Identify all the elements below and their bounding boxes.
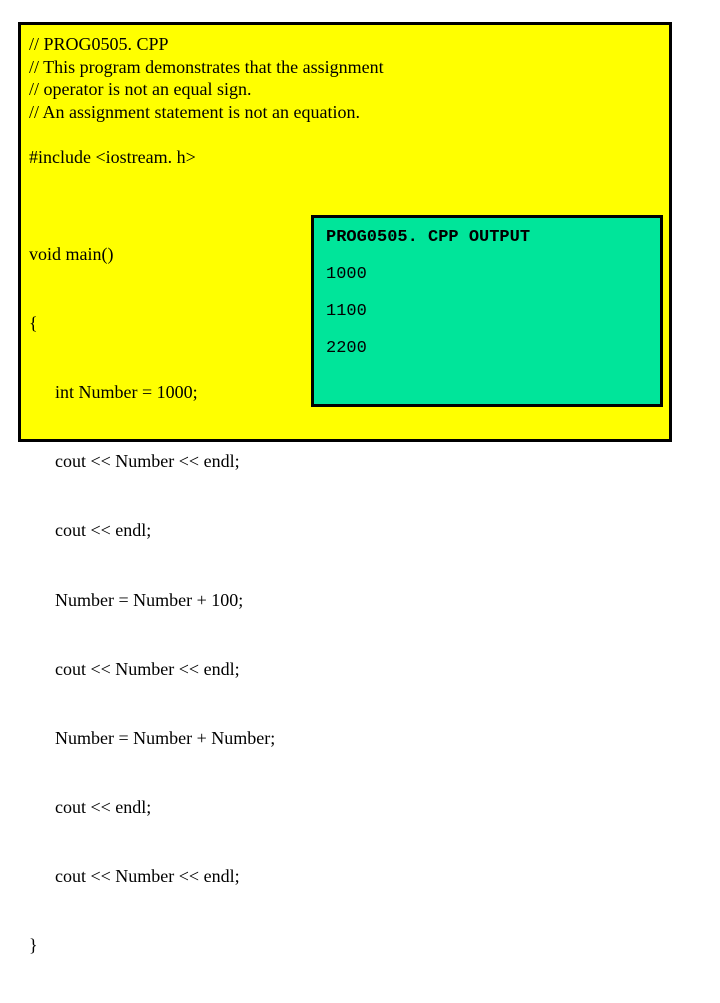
output-title: PROG0505. CPP OUTPUT [326,228,648,247]
comment-block: // PROG0505. CPP // This program demonst… [29,33,384,123]
output-value-3: 2200 [326,339,648,358]
code-line-4: cout << Number << endl; [29,450,275,473]
code-line-1: void main() [29,243,275,266]
code-line-9: cout << endl; [29,796,275,819]
output-value-2: 1100 [326,302,648,321]
output-box: PROG0505. CPP OUTPUT 1000 1100 2200 [311,215,663,407]
include-line: #include <iostream. h> [29,147,196,168]
comment-line-1: // PROG0505. CPP [29,33,384,56]
code-line-11: } [29,934,275,957]
code-line-7: cout << Number << endl; [29,658,275,681]
comment-line-3: // operator is not an equal sign. [29,78,384,101]
code-block: void main() { int Number = 1000; cout <<… [29,197,275,1003]
output-value-1: 1000 [326,265,648,284]
code-line-5: cout << endl; [29,519,275,542]
code-line-10: cout << Number << endl; [29,865,275,888]
code-line-3: int Number = 1000; [29,381,275,404]
code-line-2: { [29,312,275,335]
comment-line-4: // An assignment statement is not an equ… [29,101,384,124]
slide-frame: // PROG0505. CPP // This program demonst… [18,22,672,442]
code-line-8: Number = Number + Number; [29,727,275,750]
code-line-6: Number = Number + 100; [29,589,275,612]
comment-line-2: // This program demonstrates that the as… [29,56,384,79]
